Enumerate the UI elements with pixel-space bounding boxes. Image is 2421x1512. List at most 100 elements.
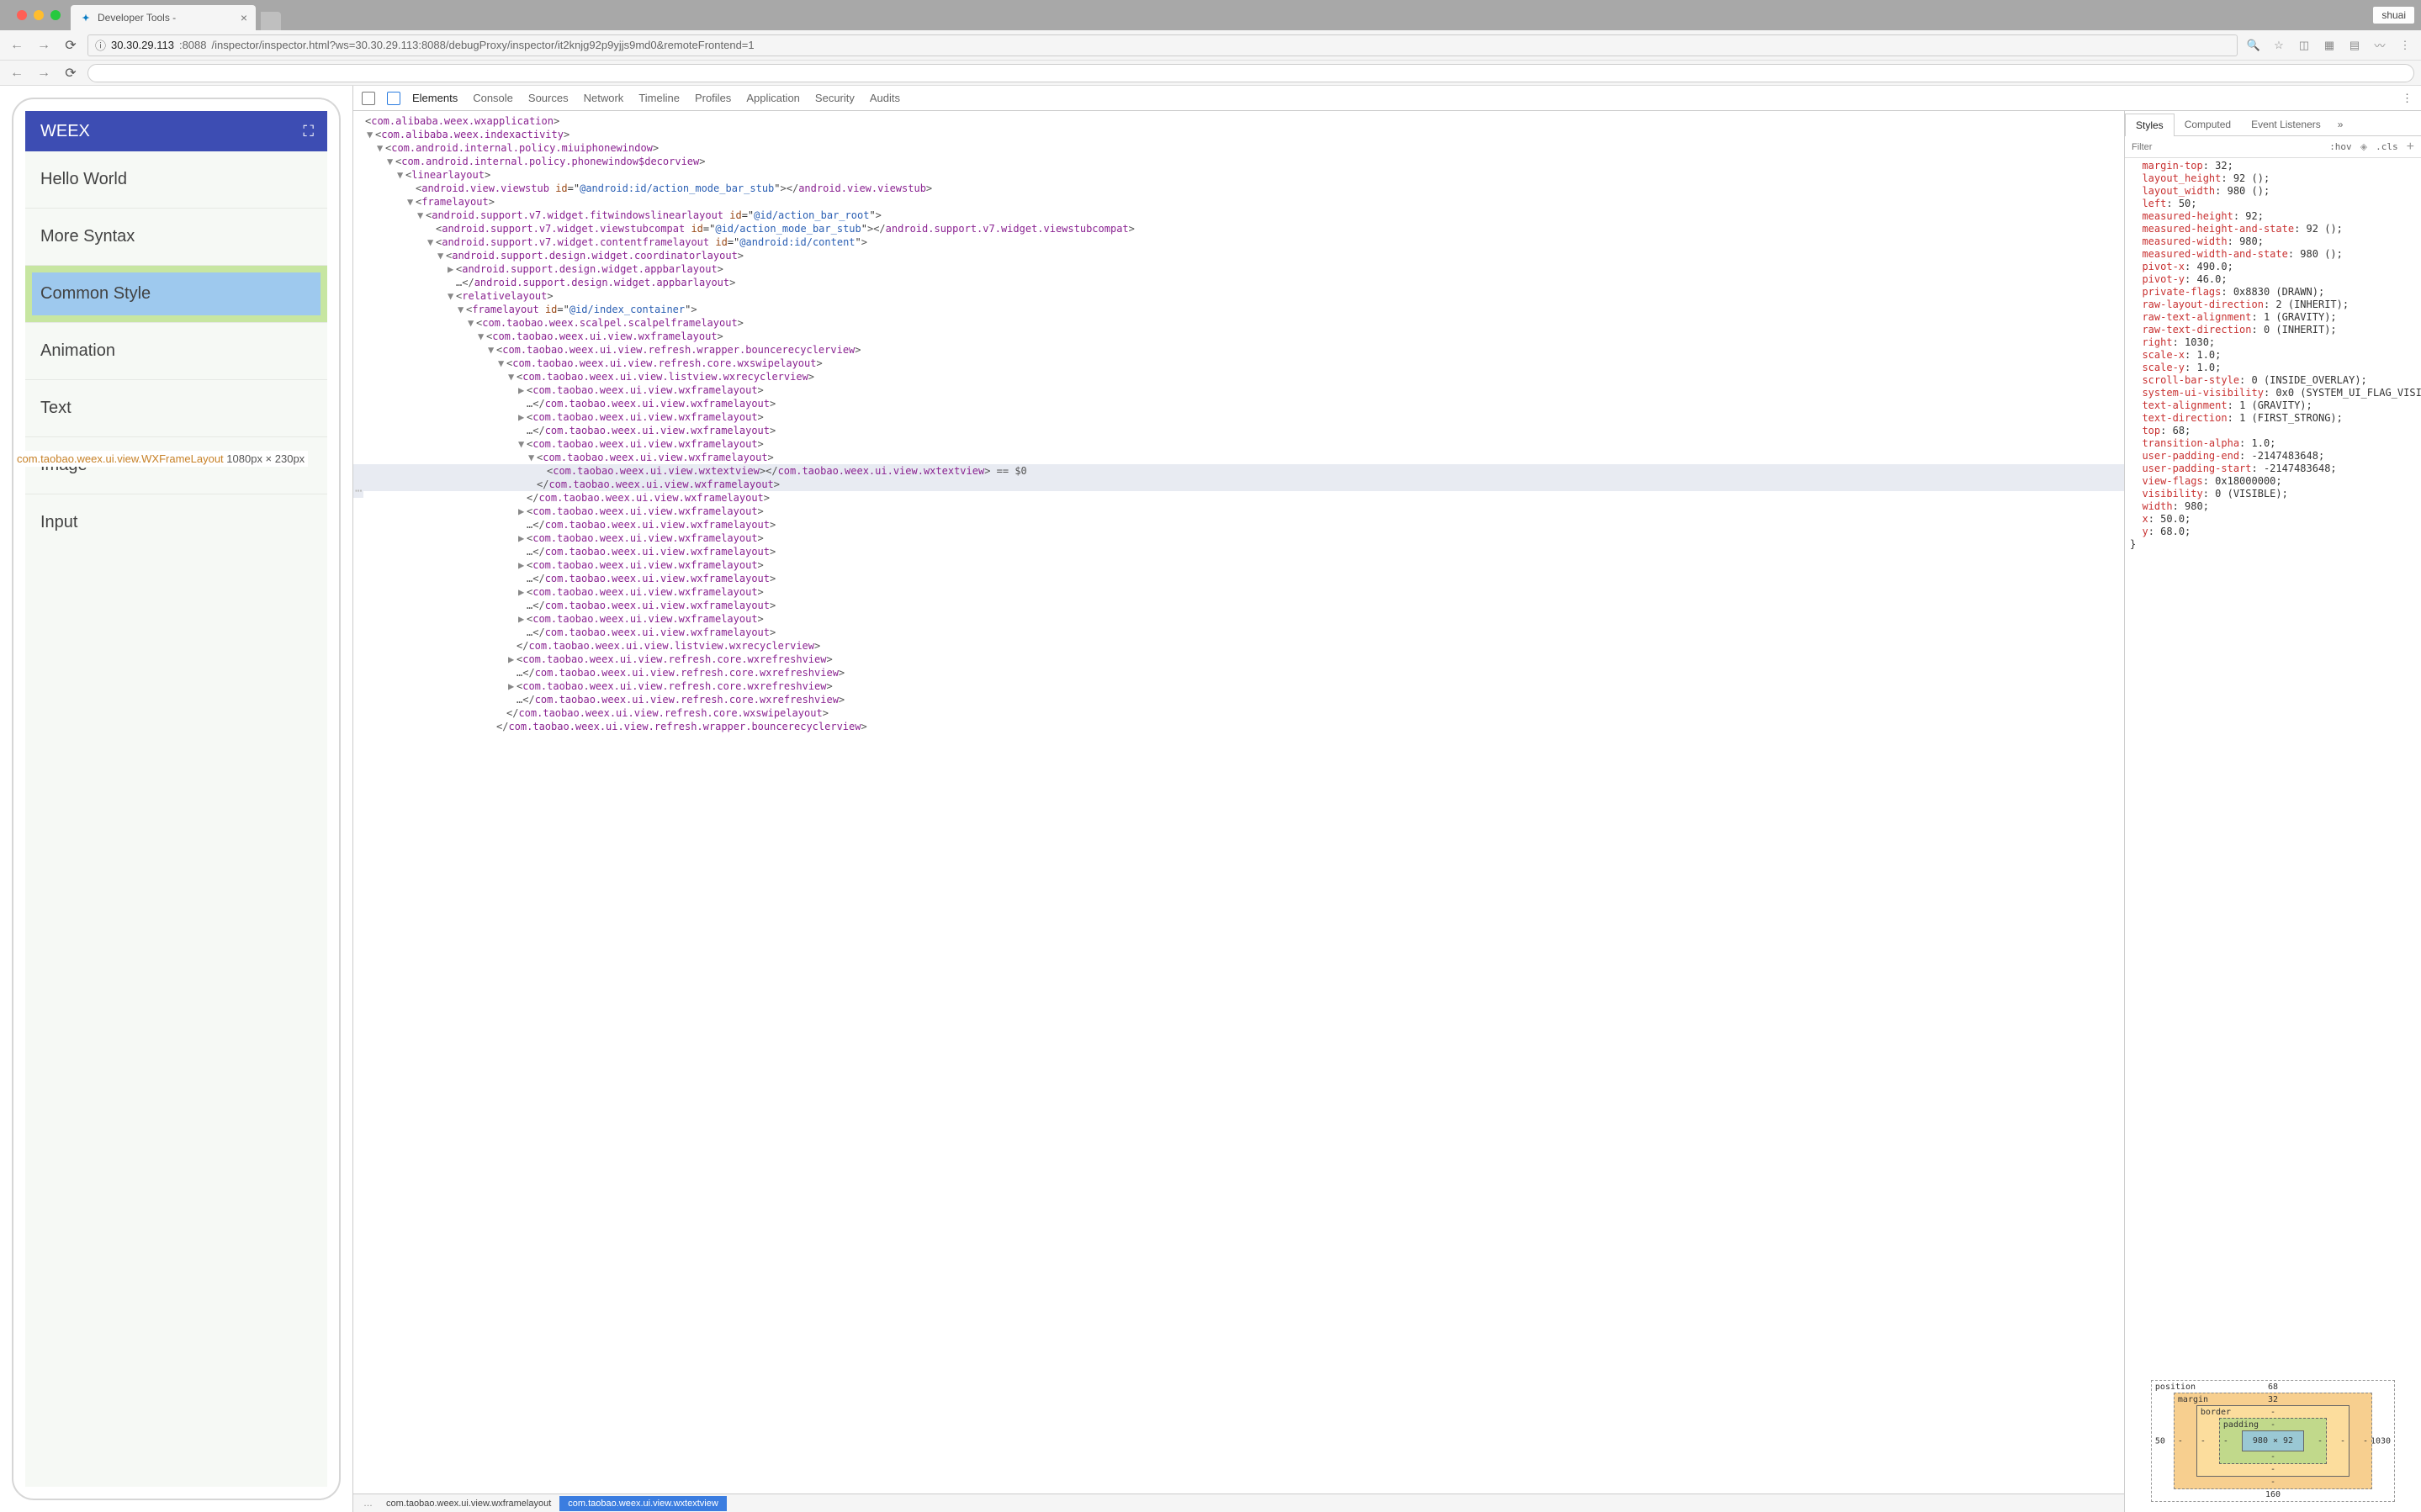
style-property[interactable]: view-flags: 0x18000000; (2130, 475, 2416, 488)
breadcrumb-item[interactable]: com.taobao.weex.ui.view.wxtextview (559, 1496, 727, 1511)
dom-node[interactable]: ▶<com.taobao.weex.ui.view.refresh.core.w… (353, 653, 2124, 666)
style-property[interactable]: text-direction: 1 (FIRST_STRONG); (2130, 412, 2416, 425)
style-property[interactable]: system-ui-visibility: 0x0 (SYSTEM_UI_FLA… (2130, 387, 2416, 399)
dom-node[interactable]: ▼<android.support.v7.widget.contentframe… (353, 235, 2124, 249)
extension-icon-3[interactable]: ▤ (2345, 36, 2364, 55)
styles-properties[interactable]: margin-top: 32; layout_height: 92 (); la… (2125, 158, 2421, 1370)
menu-item[interactable]: Input (25, 494, 327, 551)
extension-icon[interactable]: ◫ (2295, 36, 2313, 55)
new-tab-button[interactable] (261, 12, 281, 30)
devtools-tab[interactable]: Profiles (695, 92, 731, 104)
reload-button[interactable]: ⟳ (61, 35, 81, 56)
dom-node[interactable]: ▼<com.taobao.weex.ui.view.wxframelayout> (353, 330, 2124, 343)
devtools-tab[interactable]: Audits (870, 92, 900, 104)
style-property[interactable]: x: 50.0; (2130, 513, 2416, 526)
dom-node[interactable]: ▼<relativelayout> (353, 289, 2124, 303)
styles-tab[interactable]: Styles (2125, 114, 2175, 136)
dom-node[interactable]: </com.taobao.weex.ui.view.listview.wxrec… (353, 639, 2124, 653)
style-property[interactable]: transition-alpha: 1.0; (2130, 437, 2416, 450)
devtools-tab[interactable]: Security (815, 92, 855, 104)
pin-icon[interactable]: ◈ (2360, 141, 2367, 152)
dom-node[interactable]: ▼<com.taobao.weex.ui.view.refresh.core.w… (353, 357, 2124, 370)
dom-node[interactable]: <com.taobao.weex.ui.view.wxtextview></co… (353, 464, 2124, 478)
style-property[interactable]: private-flags: 0x8830 (DRAWN); (2130, 286, 2416, 299)
dom-node[interactable]: ▶<com.taobao.weex.ui.view.wxframelayout> (353, 585, 2124, 599)
dom-node[interactable]: …</com.taobao.weex.ui.view.wxframelayout… (353, 545, 2124, 558)
dom-node[interactable]: </com.taobao.weex.ui.view.wxframelayout> (353, 491, 2124, 505)
dom-node[interactable]: ▼<com.taobao.weex.scalpel.scalpelframela… (353, 316, 2124, 330)
url-input[interactable]: ⓘ 30.30.29.113:8088/inspector/inspector.… (87, 34, 2238, 56)
dom-node[interactable]: …</com.taobao.weex.ui.view.wxframelayout… (353, 397, 2124, 410)
dom-tree[interactable]: ⋯ <com.alibaba.weex.wxapplication>▼<com.… (353, 111, 2124, 1493)
hov-chip[interactable]: :hov (2329, 141, 2352, 152)
style-property[interactable]: raw-text-direction: 0 (INHERIT); (2130, 324, 2416, 336)
dom-node[interactable]: ▼<android.support.v7.widget.fitwindowsli… (353, 209, 2124, 222)
dom-node[interactable]: ▶<com.taobao.weex.ui.view.wxframelayout> (353, 410, 2124, 424)
menu-icon[interactable]: ⋮ (2396, 36, 2414, 55)
devtools-tab[interactable]: Elements (412, 92, 458, 104)
maximize-window-button[interactable] (50, 10, 61, 20)
dom-node[interactable]: ▼<com.taobao.weex.ui.view.refresh.wrappe… (353, 343, 2124, 357)
style-property[interactable]: user-padding-end: -2147483648; (2130, 450, 2416, 463)
dom-node[interactable]: ▼<com.taobao.weex.ui.view.wxframelayout> (353, 451, 2124, 464)
dom-node[interactable]: ▶<com.taobao.weex.ui.view.wxframelayout> (353, 558, 2124, 572)
reload-button-2[interactable]: ⟳ (61, 63, 81, 83)
style-property[interactable]: layout_width: 980 (); (2130, 185, 2416, 198)
scan-icon[interactable]: ⛶ (303, 123, 312, 140)
style-property[interactable]: user-padding-start: -2147483648; (2130, 463, 2416, 475)
add-rule-icon[interactable]: + (2407, 140, 2414, 155)
dom-node[interactable]: ▶<com.taobao.weex.ui.view.wxframelayout> (353, 505, 2124, 518)
browser-tab[interactable]: ✦ Developer Tools - × (71, 5, 256, 30)
style-property[interactable]: measured-width-and-state: 980 (); (2130, 248, 2416, 261)
style-property[interactable]: left: 50; (2130, 198, 2416, 210)
more-tabs-icon[interactable]: » (2331, 114, 2350, 135)
back-button-2[interactable]: ← (7, 63, 27, 83)
menu-item[interactable]: Text (25, 379, 327, 436)
extension-icon-2[interactable]: ▦ (2320, 36, 2339, 55)
dom-node[interactable]: ▼<com.taobao.weex.ui.view.listview.wxrec… (353, 370, 2124, 383)
dom-node[interactable]: ▼<com.android.internal.policy.phonewindo… (353, 155, 2124, 168)
style-property[interactable]: measured-width: 980; (2130, 235, 2416, 248)
dom-node[interactable]: ▼<linearlayout> (353, 168, 2124, 182)
dom-node[interactable]: ▼<framelayout> (353, 195, 2124, 209)
dom-node[interactable]: ▼<com.android.internal.policy.miuiphonew… (353, 141, 2124, 155)
dom-node[interactable]: <android.support.v7.widget.viewstubcompa… (353, 222, 2124, 235)
dom-node[interactable]: </com.taobao.weex.ui.view.refresh.wrappe… (353, 720, 2124, 733)
dom-node[interactable]: …</com.taobao.weex.ui.view.wxframelayout… (353, 626, 2124, 639)
cls-chip[interactable]: .cls (2376, 141, 2398, 152)
dom-node[interactable]: ▶<com.taobao.weex.ui.view.wxframelayout> (353, 383, 2124, 397)
dom-node[interactable]: </com.taobao.weex.ui.view.refresh.core.w… (353, 706, 2124, 720)
forward-button[interactable]: → (34, 35, 54, 56)
menu-item-selected[interactable]: Common Style (25, 265, 327, 322)
dom-node[interactable]: ▼<android.support.design.widget.coordina… (353, 249, 2124, 262)
dom-node[interactable]: </com.taobao.weex.ui.view.wxframelayout> (353, 478, 2124, 491)
collapsed-ellipsis[interactable]: ⋯ (353, 484, 363, 498)
dom-node[interactable]: ▼<framelayout id="@id/index_container"> (353, 303, 2124, 316)
devtools-tab[interactable]: Application (746, 92, 800, 104)
style-property[interactable]: scroll-bar-style: 0 (INSIDE_OVERLAY); (2130, 374, 2416, 387)
secondary-input[interactable] (87, 64, 2414, 82)
extension-icon-4[interactable]: 〰 (2371, 36, 2389, 55)
dom-node[interactable]: …</com.taobao.weex.ui.view.wxframelayout… (353, 518, 2124, 531)
dom-node[interactable]: ▶<android.support.design.widget.appbarla… (353, 262, 2124, 276)
dom-node[interactable]: …</com.taobao.weex.ui.view.wxframelayout… (353, 599, 2124, 612)
devtools-tab[interactable]: Network (584, 92, 624, 104)
dom-node[interactable]: ▼<com.alibaba.weex.indexactivity> (353, 128, 2124, 141)
dom-node[interactable]: ▼<com.taobao.weex.ui.view.wxframelayout> (353, 437, 2124, 451)
dom-node[interactable]: ▶<com.taobao.weex.ui.view.refresh.core.w… (353, 679, 2124, 693)
style-property[interactable]: visibility: 0 (VISIBLE); (2130, 488, 2416, 500)
dom-node[interactable]: ▶<com.taobao.weex.ui.view.wxframelayout> (353, 531, 2124, 545)
styles-tab[interactable]: Event Listeners (2241, 114, 2331, 135)
dom-node[interactable]: <android.view.viewstub id="@android:id/a… (353, 182, 2124, 195)
device-toggle-icon[interactable] (387, 92, 400, 105)
dom-node[interactable]: …</com.taobao.weex.ui.view.refresh.core.… (353, 666, 2124, 679)
style-property[interactable]: raw-layout-direction: 2 (INHERIT); (2130, 299, 2416, 311)
menu-item[interactable]: Animation (25, 322, 327, 379)
style-property[interactable]: scale-x: 1.0; (2130, 349, 2416, 362)
devtools-menu-icon[interactable]: ⋮ (2402, 92, 2413, 105)
forward-button-2[interactable]: → (34, 63, 54, 83)
style-property[interactable]: width: 980; (2130, 500, 2416, 513)
menu-item[interactable]: More Syntax (25, 208, 327, 265)
style-property[interactable]: pivot-y: 46.0; (2130, 273, 2416, 286)
style-property[interactable]: top: 68; (2130, 425, 2416, 437)
